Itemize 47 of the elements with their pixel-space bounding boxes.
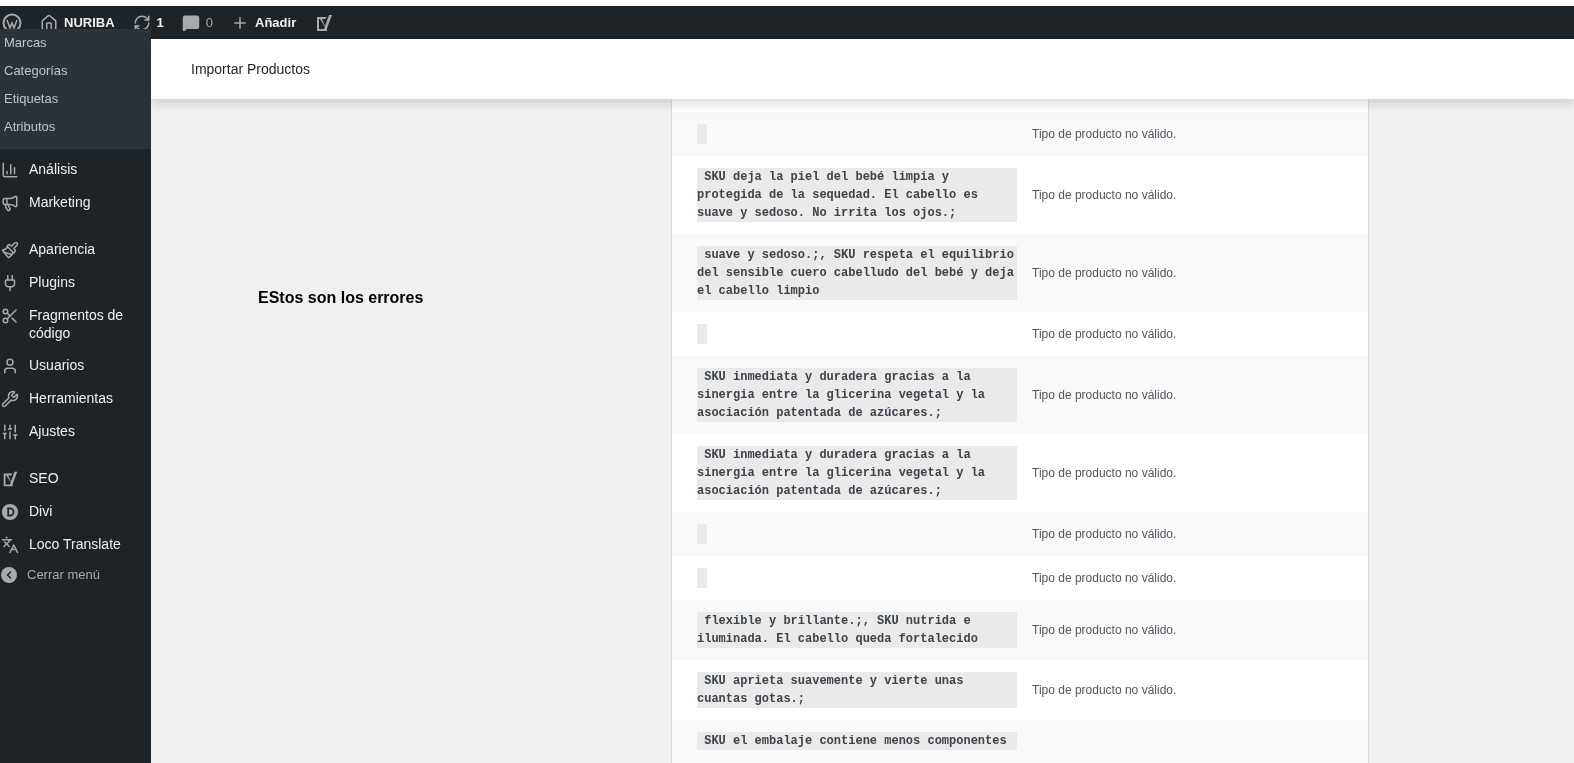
submenu-item[interactable]: Etiquetas bbox=[0, 85, 151, 113]
translate-icon bbox=[1, 536, 19, 554]
menu-item[interactable]: Marketing bbox=[0, 186, 151, 219]
submenu-item[interactable]: Categorías bbox=[0, 57, 151, 85]
settings-icon bbox=[1, 423, 19, 441]
wrench-icon bbox=[1, 390, 19, 408]
code-snippet: flexible y brillante.;, SKU nutrida e iluminada. El cabello queda fortalecido bbox=[697, 612, 1017, 648]
menu-item[interactable]: Análisis bbox=[0, 153, 151, 186]
code-snippet: suave y sedoso.;, SKU respeta el equilibrio del sensible cuero cabelludo del bebé y deja el cabello limpio bbox=[697, 246, 1017, 300]
menu-item[interactable]: Usuarios bbox=[0, 349, 151, 382]
paintbrush-icon bbox=[1, 241, 19, 259]
menu-item[interactable]: Divi bbox=[0, 495, 151, 528]
megaphone-icon bbox=[1, 194, 19, 212]
comment-icon bbox=[181, 13, 200, 32]
code-snippet: SKU aprieta suavemente y vierte unas cuantas gotas.; bbox=[697, 672, 1017, 708]
code-snippet: SKU el embalaje contiene menos componentes bbox=[697, 732, 1017, 750]
error-message: Tipo de producto no válido. bbox=[1032, 622, 1177, 639]
scissors-icon bbox=[1, 307, 19, 325]
menu-item[interactable]: Herramientas bbox=[0, 382, 151, 415]
error-message: Tipo de producto no válido. bbox=[1032, 465, 1177, 482]
menu-item[interactable]: Ajustes bbox=[0, 415, 151, 448]
submenu-item[interactable]: Atributos bbox=[0, 113, 151, 141]
code-snippet: SKU inmediata y duradera gracias a la sinergia entre la glicerina vegetal y la asociación patentada de azúcares.; bbox=[697, 446, 1017, 500]
menu-item[interactable]: Loco Translate bbox=[0, 528, 151, 561]
user-icon bbox=[1, 357, 19, 375]
menu-item[interactable]: Fragmentos de código bbox=[0, 299, 151, 349]
error-message: Tipo de producto no válido. bbox=[1032, 387, 1177, 404]
menu-item[interactable]: Plugins bbox=[0, 266, 151, 299]
error-message: Tipo de producto no válido. bbox=[1032, 526, 1177, 543]
note-text: EStos son los errores bbox=[258, 288, 424, 308]
error-message: Tipo de producto no válido. bbox=[1032, 682, 1177, 699]
menu-item[interactable]: Apariencia bbox=[0, 233, 151, 266]
error-message: Tipo de producto no válido. bbox=[1032, 187, 1177, 204]
comments-link[interactable]: 0 bbox=[181, 12, 214, 33]
error-message: Tipo de producto no válido. bbox=[1032, 126, 1177, 143]
home-icon bbox=[40, 13, 58, 32]
error-message: Tipo de producto no válido. bbox=[1032, 326, 1177, 343]
add-new-link[interactable]: Añadir bbox=[231, 12, 297, 33]
refresh-icon bbox=[132, 13, 151, 32]
bar-chart-icon bbox=[1, 161, 19, 179]
error-message: Tipo de producto no válido. bbox=[1032, 570, 1177, 587]
error-message: Tipo de producto no válido. bbox=[1032, 265, 1177, 282]
code-snippet: SKU deja la piel del bebé limpia y protegida de la sequedad. El cabello es suave y sedoso. No irrita los ojos.; bbox=[697, 168, 1017, 222]
page-title: Importar Productos bbox=[191, 59, 311, 79]
menu-item[interactable]: SEO bbox=[0, 462, 151, 495]
code-snippet: SKU inmediata y duradera gracias a la sinergia entre la glicerina vegetal y la asociación patentada de azúcares.; bbox=[697, 368, 1017, 422]
collapse-menu-button[interactable]: Cerrar menú bbox=[0, 565, 151, 585]
